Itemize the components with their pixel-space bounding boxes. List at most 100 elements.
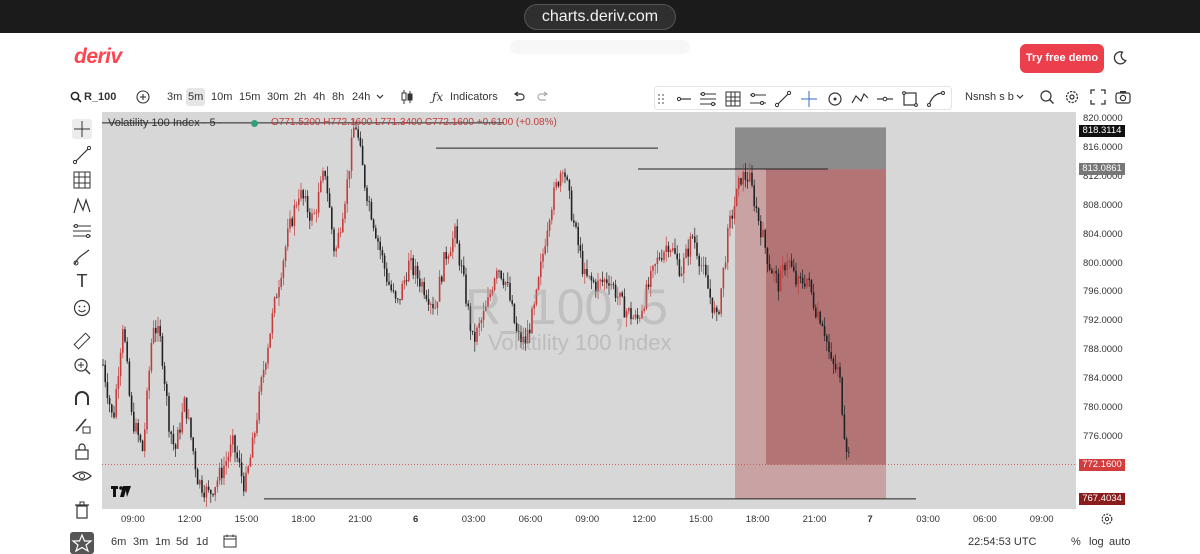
chevron-down-icon[interactable]	[376, 94, 384, 100]
range-6m[interactable]: 6m	[111, 536, 126, 548]
magnet-icon[interactable]	[72, 389, 92, 409]
text-tool-icon[interactable]: T	[72, 271, 92, 291]
zoom-chart-icon[interactable]	[1039, 89, 1055, 105]
candle-body	[262, 369, 265, 378]
channel-icon[interactable]	[749, 90, 767, 108]
candle-body	[570, 190, 573, 221]
candle-body	[196, 469, 199, 485]
eye-icon[interactable]	[72, 466, 92, 486]
log-scale-toggle[interactable]: log	[1089, 536, 1104, 548]
candle-body	[368, 201, 370, 202]
fullscreen-icon[interactable]	[1090, 89, 1106, 105]
channel-icon[interactable]	[72, 221, 92, 241]
try-free-demo-button[interactable]: Try free demo	[1020, 44, 1104, 73]
gear-icon[interactable]	[1064, 89, 1080, 105]
horizontal-ray-icon[interactable]	[675, 90, 693, 108]
candle-body	[273, 297, 276, 314]
candle-body	[579, 245, 582, 251]
candle-body	[458, 243, 461, 266]
date-range-icon[interactable]	[223, 534, 237, 548]
trendline-icon[interactable]	[72, 145, 92, 165]
candle-body	[786, 261, 788, 271]
candle-body	[757, 208, 760, 222]
tf-10m[interactable]: 10m	[209, 88, 234, 106]
pattern-icon[interactable]	[72, 196, 92, 216]
brush-icon[interactable]	[72, 247, 92, 267]
candle-body	[126, 341, 128, 362]
candle-type-icon[interactable]	[400, 89, 414, 105]
tf-2h[interactable]: 2h	[292, 88, 308, 106]
candle-body	[317, 191, 320, 213]
candle-body	[300, 190, 302, 199]
compare-add-icon[interactable]	[136, 90, 150, 104]
pencil-lock-icon[interactable]	[72, 415, 92, 435]
circle-tool-icon[interactable]	[826, 90, 844, 108]
candle-body	[443, 252, 445, 282]
lock-icon[interactable]	[72, 441, 92, 461]
trash-icon[interactable]	[72, 500, 92, 520]
tf-8h[interactable]: 8h	[330, 88, 346, 106]
time-tick-label: 21:00	[348, 514, 372, 525]
time-tick-label: 09:00	[121, 514, 145, 525]
candle-body	[152, 327, 155, 344]
range-3m[interactable]: 3m	[133, 536, 148, 548]
moon-icon[interactable]	[1112, 50, 1128, 66]
indicators-button[interactable]: Indicators	[450, 84, 498, 110]
tf-24h[interactable]: 24h	[350, 88, 372, 106]
grid-icon[interactable]	[72, 170, 92, 190]
candle-body	[108, 397, 111, 405]
candle-body	[232, 435, 234, 445]
candle-body	[454, 226, 456, 239]
browser-bar: charts.deriv.com	[0, 0, 1200, 33]
range-5d[interactable]: 5d	[176, 536, 188, 548]
emoji-icon[interactable]	[72, 298, 92, 318]
zoom-in-icon[interactable]	[72, 356, 92, 376]
tf-3m[interactable]: 3m	[165, 88, 184, 106]
template-selector[interactable]: Nsnsh s b	[965, 84, 1014, 110]
search-icon[interactable]	[70, 91, 82, 103]
candle-body	[306, 195, 309, 213]
candle-body	[559, 173, 562, 187]
candle-body	[678, 259, 681, 276]
candle-body	[441, 276, 443, 282]
candle-body	[359, 137, 362, 146]
crosshair-icon[interactable]	[72, 119, 92, 139]
symbol-selector[interactable]: R_100	[84, 84, 116, 110]
star-icon[interactable]	[70, 532, 94, 554]
horizontal-line-icon[interactable]	[876, 90, 894, 108]
gear-icon[interactable]	[1100, 512, 1114, 526]
tradingview-logo-icon[interactable]	[110, 484, 132, 498]
candle-body	[588, 275, 590, 277]
deriv-logo[interactable]: deriv	[74, 45, 122, 69]
url-bar[interactable]: charts.deriv.com	[524, 4, 676, 30]
auto-scale-toggle[interactable]: auto	[1109, 536, 1130, 548]
tf-15m[interactable]: 15m	[237, 88, 262, 106]
candle-body	[364, 165, 366, 188]
indicators-icon[interactable]: ƒx	[432, 84, 443, 110]
range-1m[interactable]: 1m	[155, 536, 170, 548]
trendline-icon[interactable]	[774, 90, 792, 108]
candle-body	[542, 253, 544, 262]
range-1d[interactable]: 1d	[196, 536, 208, 548]
price-tick-label: 816.0000	[1083, 142, 1123, 154]
candle-body	[322, 170, 324, 181]
tf-30m[interactable]: 30m	[265, 88, 290, 106]
drag-handle-icon[interactable]	[657, 90, 665, 108]
curve-tool-icon[interactable]	[927, 90, 945, 108]
undo-icon[interactable]	[512, 91, 525, 103]
grid-icon[interactable]	[724, 90, 742, 108]
chevron-down-icon[interactable]	[1016, 94, 1024, 100]
drawing-tools-bar	[654, 86, 952, 110]
tf-4h[interactable]: 4h	[311, 88, 327, 106]
redo-icon[interactable]	[537, 91, 550, 103]
utc-clock[interactable]: 22:54:53 UTC	[968, 536, 1036, 548]
camera-icon[interactable]	[1115, 89, 1131, 105]
polyline-icon[interactable]	[851, 90, 869, 108]
time-tick-label: 15:00	[689, 514, 713, 525]
rectangle-tool-icon[interactable]	[901, 90, 919, 108]
fibonacci-icon[interactable]	[699, 90, 717, 108]
percent-scale-toggle[interactable]: %	[1071, 536, 1081, 548]
ruler-icon[interactable]	[72, 331, 92, 351]
crosshair-icon[interactable]	[800, 90, 818, 108]
tf-5m[interactable]: 5m	[186, 88, 206, 106]
